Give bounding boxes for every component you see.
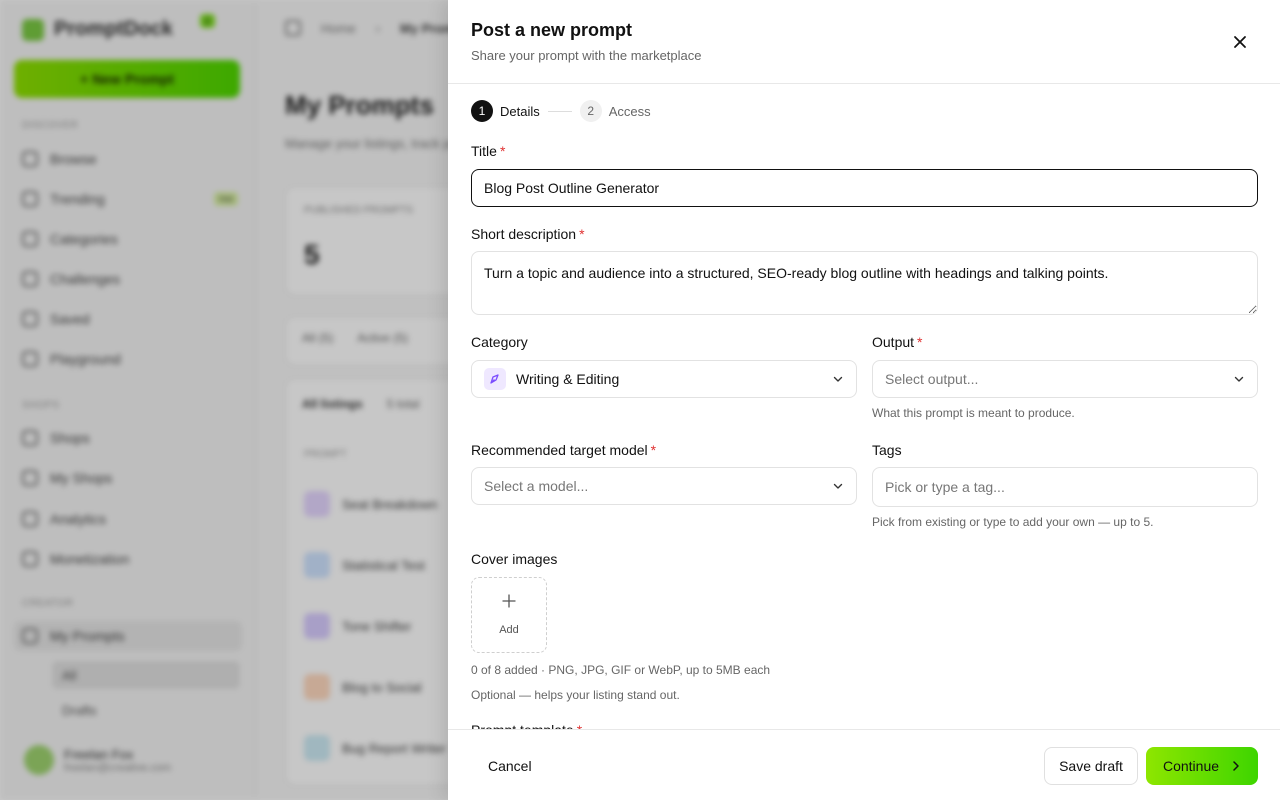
step-2-label[interactable]: Access: [609, 104, 651, 119]
required-marker: *: [579, 226, 585, 242]
short-description-textarea[interactable]: [471, 251, 1258, 315]
tags-input[interactable]: Pick or type a tag...: [872, 467, 1258, 507]
continue-button[interactable]: Continue: [1146, 747, 1258, 785]
add-label: Add: [499, 624, 519, 636]
save-draft-button[interactable]: Save draft: [1044, 747, 1138, 785]
chevron-right-icon: [1233, 761, 1239, 771]
close-icon: [1234, 36, 1246, 48]
step-1-label[interactable]: Details: [500, 104, 540, 119]
add-cover-image-button[interactable]: Add: [471, 577, 547, 653]
drawer-footer: Cancel Save draft Continue: [448, 729, 1280, 800]
model-select[interactable]: Select a model...: [471, 467, 857, 505]
drawer-title: Post a new prompt: [471, 20, 633, 40]
model-placeholder: Select a model...: [484, 478, 589, 494]
step-1-number[interactable]: 1: [471, 100, 493, 122]
cover-images-optional-help: Optional — helps your listing stand out.: [471, 688, 680, 702]
tags-help: Pick from existing or type to add your o…: [872, 515, 1154, 529]
chevron-down-icon: [1234, 376, 1244, 382]
output-select[interactable]: Select output...: [872, 360, 1258, 398]
cancel-button[interactable]: Cancel: [472, 748, 548, 784]
model-label: Recommended target model *: [471, 442, 657, 458]
cover-images-count-help: 0 of 8 added · PNG, JPG, GIF or WebP, up…: [471, 663, 771, 677]
category-value: Writing & Editing: [516, 371, 620, 387]
output-placeholder: Select output...: [885, 371, 979, 387]
step-2-number[interactable]: 2: [579, 100, 602, 122]
required-marker: *: [499, 143, 506, 159]
chevron-down-icon: [833, 483, 843, 489]
tags-label: Tags: [872, 442, 902, 458]
required-marker: *: [650, 442, 657, 458]
short-description-label: Short description *: [471, 226, 585, 242]
continue-label: Continue: [1162, 758, 1220, 774]
drawer-subtitle: Share your prompt with the marketplace: [471, 48, 702, 63]
output-help: What this prompt is meant to produce.: [872, 406, 1075, 420]
required-marker: *: [917, 334, 923, 350]
output-label: Output *: [872, 334, 923, 350]
category-label: Category: [471, 334, 528, 350]
close-button[interactable]: [1226, 28, 1254, 56]
cover-images-label: Cover images: [471, 551, 558, 567]
plus-icon: [502, 594, 516, 608]
title-label: Title *: [471, 143, 506, 159]
title-input[interactable]: Blog Post Outline Generator: [471, 169, 1258, 207]
pen-icon: [484, 368, 506, 390]
stepper: 1 Details 2 Access: [471, 100, 651, 122]
tags-placeholder: Pick or type a tag...: [885, 479, 1005, 495]
chevron-down-icon: [833, 376, 843, 382]
category-select[interactable]: Writing & Editing: [471, 360, 857, 398]
drawer-header: Post a new prompt Share your prompt with…: [448, 0, 1280, 84]
post-prompt-drawer: Post a new prompt Share your prompt with…: [448, 0, 1280, 800]
step-divider: [547, 110, 572, 112]
